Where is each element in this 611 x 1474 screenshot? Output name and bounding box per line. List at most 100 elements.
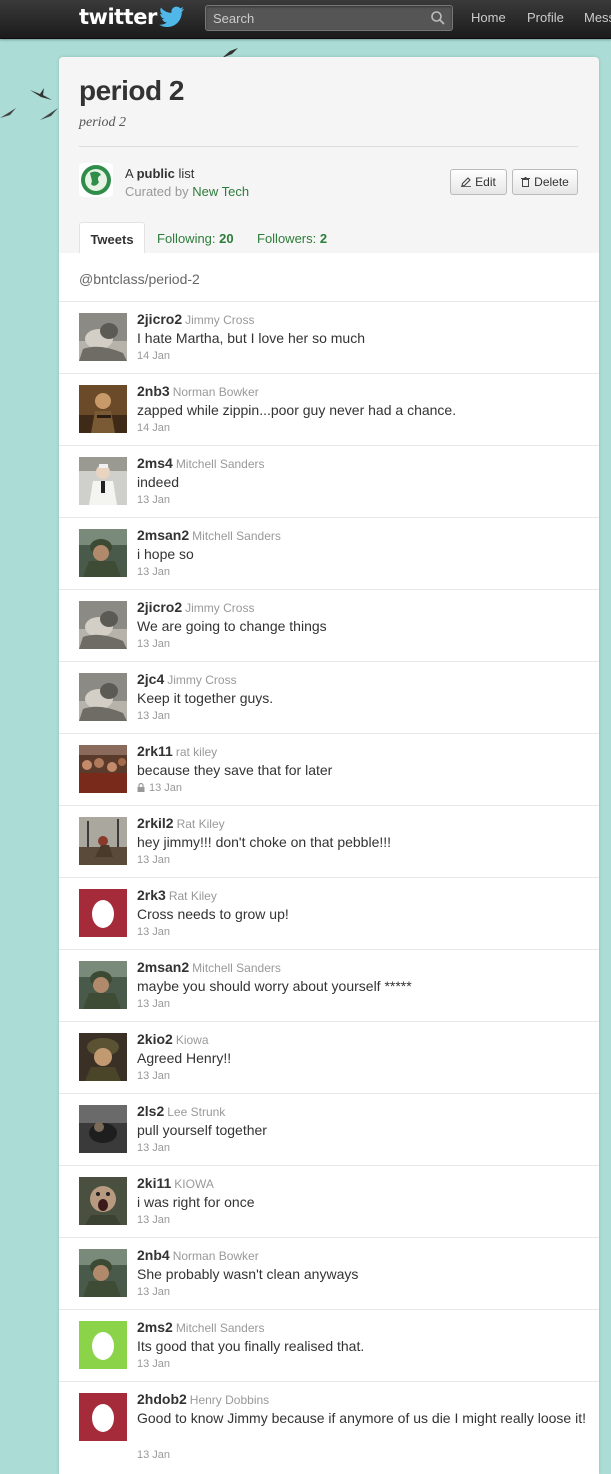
tweet-timestamp[interactable]: 13 Jan (137, 1286, 170, 1298)
tweet-timestamp[interactable]: 13 Jan (137, 998, 170, 1010)
user-avatar[interactable] (79, 385, 127, 433)
user-avatar[interactable] (79, 745, 127, 793)
user-avatar[interactable] (79, 1249, 127, 1297)
tweet-fullname[interactable]: Mitchell Sanders (176, 457, 265, 471)
tweet-row[interactable]: 2rkil2 Rat Kiley hey jimmy!!! don't choke … (59, 805, 599, 878)
tweet-row[interactable]: 2rk11 rat kiley because they save that for… (59, 733, 599, 806)
tweet-username[interactable]: 2jicro2 (137, 599, 182, 615)
nav-messages[interactable]: Mess (584, 0, 611, 36)
tweet-username[interactable]: 2msan2 (137, 959, 189, 975)
tweet-row[interactable]: 2ki11 KIOWA i was right for once 13 Jan (59, 1165, 599, 1238)
tweet-username[interactable]: 2ls2 (137, 1103, 164, 1119)
user-avatar[interactable] (79, 889, 127, 937)
tweet-fullname[interactable]: Kiowa (176, 1033, 209, 1047)
tweet-row[interactable]: 2jicro2 Jimmy Cross I hate Martha, but I l… (59, 301, 599, 374)
tweet-time-label[interactable]: 13 Jan (137, 1286, 170, 1298)
nav-home[interactable]: Home (471, 0, 506, 36)
user-avatar[interactable] (79, 313, 127, 361)
user-avatar[interactable] (79, 457, 127, 505)
tweet-username[interactable]: 2jc4 (137, 671, 164, 687)
search-box[interactable] (205, 5, 453, 31)
user-avatar[interactable] (79, 673, 127, 721)
tweet-username[interactable]: 2rk11 (137, 743, 173, 759)
tweet-timestamp[interactable]: 14 Jan (137, 350, 170, 362)
tweet-time-label[interactable]: 13 Jan (137, 494, 170, 506)
user-avatar[interactable] (79, 529, 127, 577)
user-avatar[interactable] (79, 1393, 127, 1441)
tweet-timestamp[interactable]: 13 Jan (137, 566, 170, 578)
tweet-row[interactable]: 2ms4 Mitchell Sanders indeed 13 Jan (59, 445, 599, 518)
tweet-fullname[interactable]: Rat Kiley (177, 817, 225, 831)
tweet-row[interactable]: 2rk3 Rat Kiley Cross needs to grow up! 13 J… (59, 877, 599, 950)
tweet-username[interactable]: 2msan2 (137, 527, 189, 543)
tweet-time-label[interactable]: 13 Jan (137, 854, 170, 866)
tweet-fullname[interactable]: Jimmy Cross (185, 601, 254, 615)
tweet-fullname[interactable]: Lee Strunk (167, 1105, 225, 1119)
user-avatar[interactable] (79, 1321, 127, 1369)
tweet-row[interactable]: 2jicro2 Jimmy Cross We are going to change… (59, 589, 599, 662)
tweet-timestamp[interactable]: 14 Jan (137, 422, 170, 434)
tweet-time-label[interactable]: 13 Jan (137, 1070, 170, 1082)
tweet-fullname[interactable]: Norman Bowker (173, 1249, 259, 1263)
tweet-time-label[interactable]: 13 Jan (137, 710, 170, 722)
tweet-row[interactable]: 2jc4 Jimmy Cross Keep it together guys. 13 … (59, 661, 599, 734)
tweet-timestamp[interactable]: 13 Jan (137, 638, 170, 650)
tweet-fullname[interactable]: KIOWA (174, 1177, 214, 1191)
tweet-fullname[interactable]: Mitchell Sanders (192, 961, 281, 975)
tweet-time-label[interactable]: 13 Jan (137, 998, 170, 1010)
delete-button[interactable]: Delete (512, 169, 578, 195)
tweet-timestamp[interactable]: 13 Jan (137, 854, 170, 866)
nav-profile[interactable]: Profile (527, 0, 564, 36)
curator-avatar[interactable] (79, 163, 113, 197)
tweet-time-label[interactable]: 14 Jan (137, 422, 170, 434)
search-icon[interactable] (430, 10, 446, 26)
search-input[interactable] (206, 6, 423, 30)
tweet-fullname[interactable]: Mitchell Sanders (192, 529, 281, 543)
tweet-username[interactable]: 2nb4 (137, 1247, 170, 1263)
tweet-timestamp[interactable]: 13 Jan (137, 782, 182, 794)
tweet-fullname[interactable]: Norman Bowker (173, 385, 259, 399)
tweet-row[interactable]: 2nb3 Norman Bowker zapped while zippin...p… (59, 373, 599, 446)
tweet-username[interactable]: 2rk3 (137, 887, 166, 903)
tweet-timestamp[interactable]: 13 Jan (137, 926, 170, 938)
tweet-fullname[interactable]: Jimmy Cross (185, 313, 254, 327)
tweet-time-label[interactable]: 13 Jan (137, 1449, 170, 1461)
edit-button[interactable]: Edit (450, 169, 507, 195)
tweet-row[interactable]: 2hdob2 Henry Dobbins Good to know Jimmy be… (59, 1381, 599, 1474)
tweet-time-label[interactable]: 13 Jan (137, 1142, 170, 1154)
user-avatar[interactable] (79, 817, 127, 865)
tweet-time-label[interactable]: 13 Jan (149, 782, 182, 794)
tweet-timestamp[interactable]: 13 Jan (137, 710, 170, 722)
tweet-timestamp[interactable]: 13 Jan (137, 1449, 170, 1461)
tweet-fullname[interactable]: Mitchell Sanders (176, 1321, 265, 1335)
tweet-username[interactable]: 2rkil2 (137, 815, 174, 831)
twitter-logo[interactable]: twitter (79, 4, 185, 30)
tab-followers[interactable]: Followers: 2 (257, 222, 327, 253)
tweet-row[interactable]: 2kio2 Kiowa Agreed Henry!! 13 Jan (59, 1021, 599, 1094)
tweet-time-label[interactable]: 13 Jan (137, 1214, 170, 1226)
tweet-fullname[interactable]: rat kiley (176, 745, 217, 759)
tweet-time-label[interactable]: 14 Jan (137, 350, 170, 362)
user-avatar[interactable] (79, 1105, 127, 1153)
tab-following[interactable]: Following: 20 (157, 222, 234, 253)
tweet-username[interactable]: 2hdob2 (137, 1391, 187, 1407)
tweet-username[interactable]: 2jicro2 (137, 311, 182, 327)
tweet-username[interactable]: 2ki11 (137, 1175, 171, 1191)
user-avatar[interactable] (79, 1033, 127, 1081)
tweet-username[interactable]: 2nb3 (137, 383, 170, 399)
tweet-row[interactable]: 2ms2 Mitchell Sanders Its good that you fi… (59, 1309, 599, 1382)
tweet-timestamp[interactable]: 13 Jan (137, 1358, 170, 1370)
list-handle[interactable]: @bntclass/period-2 (79, 271, 200, 287)
tweet-username[interactable]: 2kio2 (137, 1031, 173, 1047)
tweet-fullname[interactable]: Rat Kiley (169, 889, 217, 903)
tweet-time-label[interactable]: 13 Jan (137, 926, 170, 938)
tweet-time-label[interactable]: 13 Jan (137, 1358, 170, 1370)
tweet-fullname[interactable]: Jimmy Cross (167, 673, 236, 687)
tweet-timestamp[interactable]: 13 Jan (137, 1142, 170, 1154)
curator-link[interactable]: New Tech (192, 184, 249, 199)
tweet-row[interactable]: 2msan2 Mitchell Sanders i hope so 13 Jan (59, 517, 599, 590)
tweet-row[interactable]: 2nb4 Norman Bowker She probably wasn't cle… (59, 1237, 599, 1310)
tweet-time-label[interactable]: 13 Jan (137, 566, 170, 578)
tweet-username[interactable]: 2ms4 (137, 455, 173, 471)
tweet-username[interactable]: 2ms2 (137, 1319, 173, 1335)
